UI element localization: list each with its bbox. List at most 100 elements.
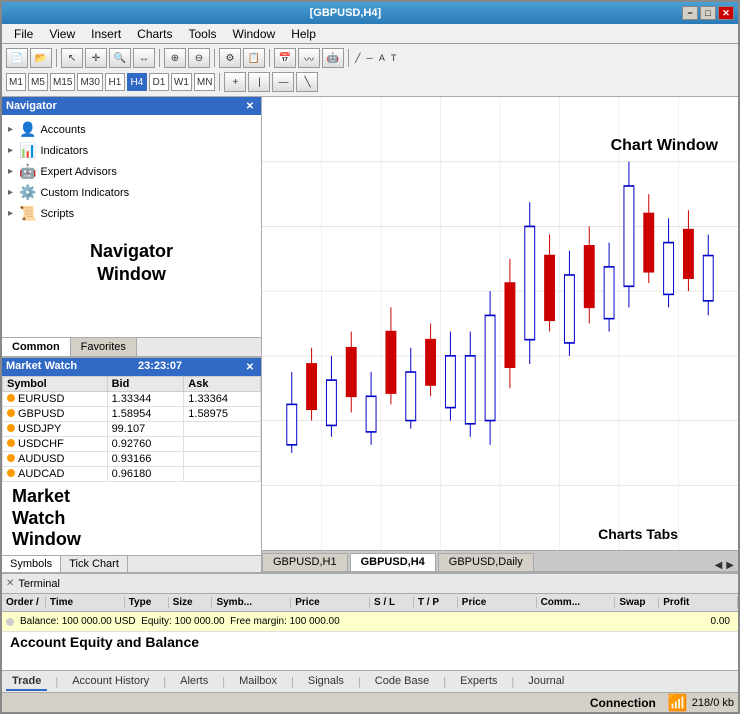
indicators-button[interactable]: 〰 <box>298 48 320 68</box>
tree-item-experts[interactable]: ▸ 🤖 Expert Advisors <box>6 161 257 182</box>
chart-window-annotation: Chart Window <box>611 137 718 155</box>
accounts-label: Accounts <box>40 124 85 136</box>
chart-tab-h4[interactable]: GBPUSD,H4 <box>350 553 436 571</box>
market-watch-tabs: Symbols Tick Chart <box>2 555 261 572</box>
maximize-button[interactable]: □ <box>700 6 716 20</box>
zoom-in-button[interactable]: 🔍 <box>109 48 131 68</box>
col-type: Type <box>125 597 169 608</box>
expert-advisors-label: Expert Advisors <box>40 166 116 178</box>
navigator-close-button[interactable]: ✕ <box>243 99 257 113</box>
hline2-btn[interactable]: — <box>272 72 294 92</box>
mw-row-eurusd[interactable]: EURUSD 1.33344 1.33364 <box>3 392 261 407</box>
tree-item-custom[interactable]: ▸ ⚙️ Custom Indicators <box>6 182 257 203</box>
arrow-tool[interactable]: ↖ <box>61 48 83 68</box>
tree-item-accounts[interactable]: ▸ 👤 Accounts <box>6 119 257 140</box>
tf-m30[interactable]: M30 <box>77 73 102 91</box>
term-tab-trade[interactable]: Trade <box>6 673 47 691</box>
zoom-in-btn[interactable]: ⊕ <box>164 48 186 68</box>
chart-canvas[interactable]: Chart Window <box>262 97 738 550</box>
tf-m1[interactable]: M1 <box>6 73 26 91</box>
menu-help[interactable]: Help <box>283 25 324 43</box>
col-comm: Comm... <box>537 597 616 608</box>
term-tab-journal[interactable]: Journal <box>522 673 570 691</box>
term-tab-alerts[interactable]: Alerts <box>174 673 214 691</box>
nav-tab-favorites[interactable]: Favorites <box>71 338 137 356</box>
chart-scroll[interactable]: ↔ <box>133 48 155 68</box>
mw-row-gbpusd[interactable]: GBPUSD 1.58954 1.58975 <box>3 407 261 422</box>
tf-m5[interactable]: M5 <box>28 73 48 91</box>
term-tab-code-base[interactable]: Code Base <box>369 673 435 691</box>
expert-advisors-icon: 🤖 <box>19 163 36 180</box>
expert-button[interactable]: 🤖 <box>322 48 344 68</box>
menu-tools[interactable]: Tools <box>181 25 225 43</box>
nav-tab-common[interactable]: Common <box>2 338 71 356</box>
mw-row-usdjpy[interactable]: USDJPY 99.107 <box>3 422 261 437</box>
crosshair-btn[interactable]: + <box>224 72 246 92</box>
expand-accounts-icon: ▸ <box>8 124 13 135</box>
term-tab-experts[interactable]: Experts <box>454 673 503 691</box>
tf-mn[interactable]: MN <box>194 73 216 91</box>
bid-usdjpy: 99.107 <box>107 422 184 437</box>
term-tab-mailbox[interactable]: Mailbox <box>233 673 283 691</box>
ask-eurusd: 1.33364 <box>184 392 261 407</box>
crosshair-tool[interactable]: ✛ <box>85 48 107 68</box>
term-tab-signals[interactable]: Signals <box>302 673 350 691</box>
market-watch-time: 23:23:07 <box>138 360 182 374</box>
mw-row-usdchf[interactable]: USDCHF 0.92760 <box>3 437 261 452</box>
market-watch-close-button[interactable]: ✕ <box>243 360 257 374</box>
tf-w1[interactable]: W1 <box>171 73 192 91</box>
tf-h1[interactable]: H1 <box>105 73 125 91</box>
minimize-button[interactable]: − <box>682 6 698 20</box>
ask-usdchf <box>184 437 261 452</box>
properties-button[interactable]: ⚙ <box>219 48 241 68</box>
line-tool[interactable]: ╱ <box>353 53 362 64</box>
ask-gbpusd: 1.58975 <box>184 407 261 422</box>
label-tool[interactable]: T <box>389 53 399 63</box>
connection-status: Connection 📶 218/0 kb <box>590 693 734 713</box>
terminal-header: ✕ Terminal <box>2 574 738 594</box>
symbol-usdjpy: USDJPY <box>18 423 61 435</box>
tf-d1[interactable]: D1 <box>149 73 169 91</box>
hline-tool[interactable]: ─ <box>364 53 374 63</box>
symbol-gbpusd: GBPUSD <box>18 408 64 420</box>
vline-btn[interactable]: | <box>248 72 270 92</box>
dot-usdjpy <box>7 424 15 432</box>
new-chart-button[interactable]: 📄 <box>6 48 28 68</box>
term-tab-account-history[interactable]: Account History <box>66 673 155 691</box>
terminal-close-icon[interactable]: ✕ <box>6 578 14 589</box>
col-price1: Price <box>291 597 370 608</box>
tab-prev-arrow[interactable]: ◀ <box>713 560 725 571</box>
template-button[interactable]: 📋 <box>243 48 265 68</box>
mw-tab-symbols[interactable]: Symbols <box>2 556 61 572</box>
menu-file[interactable]: File <box>6 25 41 43</box>
zoom-out-btn[interactable]: ⊖ <box>188 48 210 68</box>
tree-item-indicators[interactable]: ▸ 📊 Indicators <box>6 140 257 161</box>
menu-window[interactable]: Window <box>225 25 284 43</box>
open-button[interactable]: 📂 <box>30 48 52 68</box>
chart-tab-h1[interactable]: GBPUSD,H1 <box>262 553 348 571</box>
tab-next-arrow[interactable]: ▶ <box>724 560 736 571</box>
col-sl: S / L <box>370 597 414 608</box>
chart-tab-daily[interactable]: GBPUSD,Daily <box>438 553 534 571</box>
period-button[interactable]: 📅 <box>274 48 296 68</box>
menu-view[interactable]: View <box>41 25 83 43</box>
mw-row-audusd[interactable]: AUDUSD 0.93166 <box>3 452 261 467</box>
mw-row-audcad[interactable]: AUDCAD 0.96180 <box>3 467 261 482</box>
tree-item-scripts[interactable]: ▸ 📜 Scripts <box>6 203 257 224</box>
term-sep-1: | <box>55 676 58 688</box>
menu-insert[interactable]: Insert <box>83 25 129 43</box>
tf-h4[interactable]: H4 <box>127 73 147 91</box>
tf-m15[interactable]: M15 <box>50 73 75 91</box>
tb-sep-3 <box>214 49 215 67</box>
charts-tabs-annotation: Charts Tabs <box>598 526 678 542</box>
ask-audcad <box>184 467 261 482</box>
signal-bars-icon: 📶 <box>668 693 688 713</box>
close-button[interactable]: ✕ <box>718 6 734 20</box>
diag-btn[interactable]: ╲ <box>296 72 318 92</box>
main-window: [GBPUSD,H4] − □ ✕ File View Insert Chart… <box>0 0 740 714</box>
mw-tab-tick-chart[interactable]: Tick Chart <box>61 556 128 572</box>
menu-charts[interactable]: Charts <box>129 25 180 43</box>
text-tool[interactable]: A <box>377 53 387 63</box>
symbol-eurusd: EURUSD <box>18 393 64 405</box>
symbol-usdchf: USDCHF <box>18 438 64 450</box>
